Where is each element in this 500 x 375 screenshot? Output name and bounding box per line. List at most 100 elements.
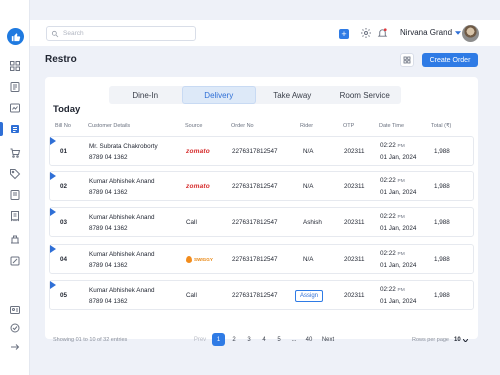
kitchen-icon[interactable] [8, 232, 22, 246]
chevron-right-icon[interactable] [50, 245, 56, 253]
page-button[interactable]: 1 [212, 333, 225, 346]
bill-no: 05 [60, 292, 68, 299]
dashboard-icon[interactable] [8, 59, 22, 73]
otp: 202311 [344, 148, 365, 155]
tab-dine-in[interactable]: Dine-In [109, 86, 182, 104]
reports-icon[interactable] [8, 101, 22, 115]
table-row[interactable]: 02 Kumar Abhishek Anand 8789 04 1362 zom… [49, 171, 474, 201]
rows-per-page: Rows per page 10 [412, 337, 468, 343]
rider: N/A [303, 256, 314, 263]
order-time: 02:22 PM [380, 177, 405, 184]
search-box[interactable] [46, 26, 196, 41]
col-bill: Bill No [55, 123, 71, 129]
bill-no: 02 [60, 183, 68, 190]
page-button[interactable]: 3 [243, 333, 255, 346]
create-order-button[interactable]: Create Order [422, 53, 478, 67]
prev-page-button[interactable]: Prev [191, 333, 209, 346]
swiggy-logo: SWIGGY [186, 256, 213, 263]
order-total: 1,988 [434, 148, 450, 155]
tab-take-away[interactable]: Take Away [256, 86, 329, 104]
section-title: Today [53, 104, 81, 115]
page-title: Restro [45, 54, 77, 65]
check-circle-icon[interactable] [8, 321, 22, 335]
assign-rider-button[interactable]: Assign [295, 290, 323, 302]
bill-no: 01 [60, 148, 68, 155]
order-total: 1,988 [434, 183, 450, 190]
customer-name: Kumar Abhishek Anand [89, 214, 155, 221]
chevron-down-icon [462, 338, 468, 342]
rows-per-page-select[interactable]: 10 [454, 337, 468, 343]
order-total: 1,988 [434, 219, 450, 226]
menu-card-icon[interactable] [8, 188, 22, 202]
bill-no: 03 [60, 219, 68, 226]
table-row[interactable]: 01 Mr. Subrata Chakroborty 8789 04 1362 … [49, 136, 474, 166]
search-input[interactable] [63, 30, 193, 37]
add-button[interactable]: + [339, 29, 349, 39]
customer-name: Kumar Abhishek Anand [89, 178, 155, 185]
bill-no: 04 [60, 256, 68, 263]
order-total: 1,988 [434, 256, 450, 263]
otp: 202311 [344, 256, 365, 263]
tag-icon[interactable] [8, 167, 22, 181]
avatar[interactable] [462, 25, 479, 42]
order-date: 01 Jan, 2024 [380, 189, 417, 196]
page-button[interactable]: 4 [258, 333, 270, 346]
next-page-button[interactable]: Next [318, 333, 338, 346]
orders-list-icon[interactable] [8, 80, 22, 94]
zomato-logo: zomato [186, 148, 210, 155]
table-row[interactable]: 04 Kumar Abhishek Anand 8789 04 1362 SWI… [49, 244, 474, 274]
order-time: 02:22 PM [380, 213, 405, 220]
col-customer: Customer Details [88, 123, 131, 129]
swiggy-icon [186, 256, 192, 263]
otp: 202311 [344, 219, 365, 226]
settings-sheet-icon[interactable] [8, 254, 22, 268]
chevron-right-icon[interactable] [50, 172, 56, 180]
orders-card: Dine-In Delivery Take Away Room Service … [45, 77, 478, 339]
page-button[interactable]: 2 [228, 333, 240, 346]
user-name: Nirvana Grand [400, 28, 453, 37]
tab-delivery[interactable]: Delivery [181, 86, 256, 104]
customer-phone: 8789 04 1362 [89, 189, 128, 196]
invoice-icon[interactable] [8, 209, 22, 223]
zomato-logo: zomato [186, 183, 210, 190]
order-time: 02:22 PM [380, 286, 405, 293]
thumbs-up-logo-icon[interactable] [7, 28, 24, 45]
source-call: Call [186, 292, 197, 299]
logout-arrow-icon[interactable] [8, 340, 22, 354]
user-menu[interactable]: Nirvana Grand [400, 28, 462, 37]
order-type-tabs: Dine-In Delivery Take Away Room Service [109, 86, 401, 104]
order-date: 01 Jan, 2024 [380, 262, 417, 269]
chevron-right-icon[interactable] [50, 208, 56, 216]
col-otp: OTP [343, 123, 355, 129]
page-button[interactable]: 40 [303, 333, 315, 346]
rows-per-page-label: Rows per page [412, 337, 449, 343]
search-icon [51, 30, 59, 37]
order-date: 01 Jan, 2024 [380, 154, 417, 161]
gear-icon[interactable] [360, 27, 372, 39]
order-total: 1,988 [434, 292, 450, 299]
customer-phone: 8789 04 1362 [89, 262, 128, 269]
entries-info: Showing 01 to 10 of 32 entries [53, 337, 128, 343]
order-date: 01 Jan, 2024 [380, 225, 417, 232]
order-no: 2276317812547 [232, 219, 278, 226]
col-source: Source [185, 123, 203, 129]
chevron-right-icon[interactable] [50, 281, 56, 289]
order-no: 2276317812547 [232, 148, 278, 155]
col-rider: Rider [300, 123, 314, 129]
caret-down-icon [455, 30, 462, 35]
cart-icon[interactable] [8, 146, 22, 160]
order-time: 02:22 PM [380, 250, 405, 257]
col-datetime: Date Time [379, 123, 405, 129]
order-no: 2276317812547 [232, 183, 278, 190]
page-button[interactable]: 5 [273, 333, 285, 346]
restro-orders-icon[interactable] [0, 122, 22, 136]
contact-card-icon[interactable] [8, 303, 22, 317]
order-time: 02:22 PM [380, 142, 405, 149]
chevron-right-icon[interactable] [50, 137, 56, 145]
tab-room-service[interactable]: Room Service [329, 86, 402, 104]
table-row[interactable]: 05 Kumar Abhishek Anand 8789 04 1362 Cal… [49, 280, 474, 310]
grid-view-button[interactable] [400, 53, 414, 67]
bell-icon[interactable] [377, 27, 388, 39]
otp: 202311 [344, 183, 365, 190]
table-row[interactable]: 03 Kumar Abhishek Anand 8789 04 1362 Cal… [49, 207, 474, 237]
